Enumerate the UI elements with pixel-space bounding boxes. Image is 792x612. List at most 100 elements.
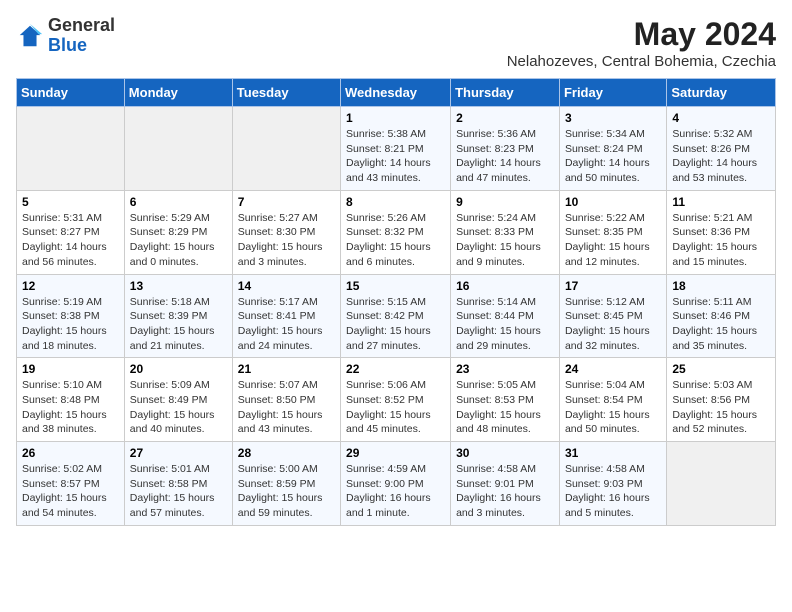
table-row: 3Sunrise: 5:34 AM Sunset: 8:24 PM Daylig…: [559, 107, 666, 191]
table-row: 25Sunrise: 5:03 AM Sunset: 8:56 PM Dayli…: [667, 358, 776, 442]
day-number: 12: [22, 279, 119, 293]
calendar-week-row: 5 Sunrise: 5:31 AM Sunset: 8:27 PM Daylig…: [17, 190, 776, 274]
day-number: 13: [130, 279, 227, 293]
day-info: Sunrise: 5:32 AM Sunset: 8:26 PM Dayligh…: [672, 127, 770, 186]
day-info: Sunrise: 5:18 AM Sunset: 8:39 PM Dayligh…: [130, 295, 227, 354]
title-block: May 2024 Nelahozeves, Central Bohemia, C…: [507, 16, 776, 70]
day-info: Sunrise: 5:12 AM Sunset: 8:45 PM Dayligh…: [565, 295, 661, 354]
day-number: 22: [346, 362, 445, 376]
day-number: 15: [346, 279, 445, 293]
day-info: Sunrise: 5:00 AM Sunset: 8:59 PM Dayligh…: [238, 462, 335, 521]
day-number: 14: [238, 279, 335, 293]
day-info: Sunrise: 5:29 AM Sunset: 8:29 PM Dayligh…: [130, 211, 227, 270]
table-row: 21 Sunrise: 5:07 AM Sunset: 8:50 PM Dayli…: [232, 358, 340, 442]
header-wednesday: Wednesday: [341, 79, 451, 107]
day-info: Sunrise: 5:24 AM Sunset: 8:33 PM Dayligh…: [456, 211, 554, 270]
day-info: Sunrise: 5:07 AM Sunset: 8:50 PM Dayligh…: [238, 378, 335, 437]
header-thursday: Thursday: [451, 79, 560, 107]
table-row: [124, 107, 232, 191]
day-number: 5: [22, 195, 119, 209]
day-info: Sunrise: 5:14 AM Sunset: 8:44 PM Dayligh…: [456, 295, 554, 354]
day-info: Sunrise: 5:17 AM Sunset: 8:41 PM Dayligh…: [238, 295, 335, 354]
day-info: Sunrise: 4:59 AM Sunset: 9:00 PM Dayligh…: [346, 462, 445, 521]
day-number: 24: [565, 362, 661, 376]
table-row: 1 Sunrise: 5:38 AM Sunset: 8:21 PM Daylig…: [341, 107, 451, 191]
day-info: Sunrise: 5:34 AM Sunset: 8:24 PM Dayligh…: [565, 127, 661, 186]
table-row: 23 Sunrise: 5:05 AM Sunset: 8:53 PM Dayli…: [451, 358, 560, 442]
day-number: 28: [238, 446, 335, 460]
day-number: 25: [672, 362, 770, 376]
day-number: 10: [565, 195, 661, 209]
table-row: 18 Sunrise: 5:11 AM Sunset: 8:46 PM Dayli…: [667, 274, 776, 358]
day-info: Sunrise: 5:05 AM Sunset: 8:53 PM Dayligh…: [456, 378, 554, 437]
day-info: Sunrise: 5:31 AM Sunset: 8:27 PM Dayligh…: [22, 211, 119, 270]
table-row: [232, 107, 340, 191]
day-info: Sunrise: 5:38 AM Sunset: 8:21 PM Dayligh…: [346, 127, 445, 186]
table-row: 20 Sunrise: 5:09 AM Sunset: 8:49 PM Dayli…: [124, 358, 232, 442]
calendar-week-row: 1 Sunrise: 5:38 AM Sunset: 8:21 PM Daylig…: [17, 107, 776, 191]
table-row: 6 Sunrise: 5:29 AM Sunset: 8:29 PM Daylig…: [124, 190, 232, 274]
day-info: Sunrise: 5:19 AM Sunset: 8:38 PM Dayligh…: [22, 295, 119, 354]
day-number: 6: [130, 195, 227, 209]
day-number: 2: [456, 111, 554, 125]
table-row: 9Sunrise: 5:24 AM Sunset: 8:33 PM Daylig…: [451, 190, 560, 274]
month-year: May 2024: [507, 16, 776, 53]
header-monday: Monday: [124, 79, 232, 107]
logo-icon: [16, 22, 44, 50]
day-info: Sunrise: 5:01 AM Sunset: 8:58 PM Dayligh…: [130, 462, 227, 521]
day-number: 26: [22, 446, 119, 460]
day-number: 8: [346, 195, 445, 209]
table-row: 2 Sunrise: 5:36 AM Sunset: 8:23 PM Daylig…: [451, 107, 560, 191]
page-header: General Blue May 2024 Nelahozeves, Centr…: [16, 16, 776, 70]
table-row: 10 Sunrise: 5:22 AM Sunset: 8:35 PM Dayli…: [559, 190, 666, 274]
logo-text: General Blue: [48, 16, 115, 56]
calendar: Sunday Monday Tuesday Wednesday Thursday…: [16, 78, 776, 526]
day-info: Sunrise: 5:10 AM Sunset: 8:48 PM Dayligh…: [22, 378, 119, 437]
location: Nelahozeves, Central Bohemia, Czechia: [507, 53, 776, 70]
table-row: 4Sunrise: 5:32 AM Sunset: 8:26 PM Daylig…: [667, 107, 776, 191]
logo: General Blue: [16, 16, 115, 56]
table-row: 29Sunrise: 4:59 AM Sunset: 9:00 PM Dayli…: [341, 442, 451, 526]
day-number: 19: [22, 362, 119, 376]
table-row: 8Sunrise: 5:26 AM Sunset: 8:32 PM Daylig…: [341, 190, 451, 274]
table-row: 12 Sunrise: 5:19 AM Sunset: 8:38 PM Dayli…: [17, 274, 125, 358]
day-number: 23: [456, 362, 554, 376]
table-row: [17, 107, 125, 191]
day-info: Sunrise: 5:02 AM Sunset: 8:57 PM Dayligh…: [22, 462, 119, 521]
day-number: 30: [456, 446, 554, 460]
calendar-week-row: 19 Sunrise: 5:10 AM Sunset: 8:48 PM Dayli…: [17, 358, 776, 442]
day-number: 20: [130, 362, 227, 376]
day-info: Sunrise: 5:09 AM Sunset: 8:49 PM Dayligh…: [130, 378, 227, 437]
day-number: 11: [672, 195, 770, 209]
day-info: Sunrise: 4:58 AM Sunset: 9:01 PM Dayligh…: [456, 462, 554, 521]
day-info: Sunrise: 5:15 AM Sunset: 8:42 PM Dayligh…: [346, 295, 445, 354]
calendar-week-row: 12 Sunrise: 5:19 AM Sunset: 8:38 PM Dayli…: [17, 274, 776, 358]
table-row: 14 Sunrise: 5:17 AM Sunset: 8:41 PM Dayli…: [232, 274, 340, 358]
day-number: 18: [672, 279, 770, 293]
table-row: 27 Sunrise: 5:01 AM Sunset: 8:58 PM Dayli…: [124, 442, 232, 526]
day-number: 1: [346, 111, 445, 125]
day-info: Sunrise: 4:58 AM Sunset: 9:03 PM Dayligh…: [565, 462, 661, 521]
table-row: 24Sunrise: 5:04 AM Sunset: 8:54 PM Dayli…: [559, 358, 666, 442]
header-sunday: Sunday: [17, 79, 125, 107]
table-row: 17 Sunrise: 5:12 AM Sunset: 8:45 PM Dayli…: [559, 274, 666, 358]
day-number: 16: [456, 279, 554, 293]
day-number: 17: [565, 279, 661, 293]
header-friday: Friday: [559, 79, 666, 107]
day-info: Sunrise: 5:11 AM Sunset: 8:46 PM Dayligh…: [672, 295, 770, 354]
table-row: 5 Sunrise: 5:31 AM Sunset: 8:27 PM Daylig…: [17, 190, 125, 274]
day-info: Sunrise: 5:22 AM Sunset: 8:35 PM Dayligh…: [565, 211, 661, 270]
day-number: 27: [130, 446, 227, 460]
day-info: Sunrise: 5:06 AM Sunset: 8:52 PM Dayligh…: [346, 378, 445, 437]
table-row: 13 Sunrise: 5:18 AM Sunset: 8:39 PM Dayli…: [124, 274, 232, 358]
calendar-header-row: Sunday Monday Tuesday Wednesday Thursday…: [17, 79, 776, 107]
day-number: 31: [565, 446, 661, 460]
table-row: 19 Sunrise: 5:10 AM Sunset: 8:48 PM Dayli…: [17, 358, 125, 442]
day-number: 21: [238, 362, 335, 376]
table-row: 7Sunrise: 5:27 AM Sunset: 8:30 PM Daylig…: [232, 190, 340, 274]
table-row: [667, 442, 776, 526]
table-row: 31 Sunrise: 4:58 AM Sunset: 9:03 PM Dayli…: [559, 442, 666, 526]
header-saturday: Saturday: [667, 79, 776, 107]
day-info: Sunrise: 5:36 AM Sunset: 8:23 PM Dayligh…: [456, 127, 554, 186]
calendar-week-row: 26 Sunrise: 5:02 AM Sunset: 8:57 PM Dayli…: [17, 442, 776, 526]
